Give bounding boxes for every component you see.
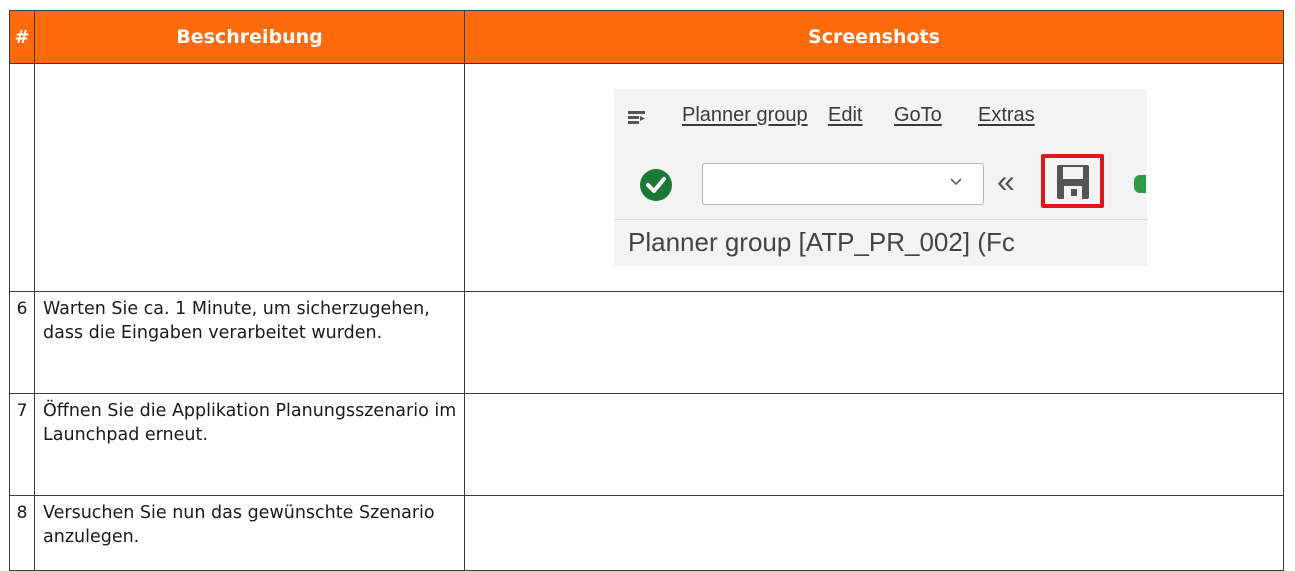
- description-cell: [34, 63, 465, 292]
- table-row: 6 Warten Sie ca. 1 Minute, um sicherzuge…: [9, 291, 1284, 394]
- step-description: Versuchen Sie nun das gewünschte Szenari…: [34, 495, 465, 571]
- screenshot-cell: [464, 495, 1284, 571]
- screen-title: Planner group [ATP_PR_002] (Fc: [628, 227, 1015, 257]
- command-field[interactable]: [702, 163, 984, 205]
- menu-icon: [628, 111, 645, 124]
- instruction-table: # Beschreibung Screenshots Planner group…: [9, 10, 1284, 571]
- screenshot-cell: [464, 291, 1284, 394]
- sap-screenshot: Planner group Edit GoTo Extras « Planner…: [614, 89, 1147, 266]
- table-row: Planner group Edit GoTo Extras « Planner…: [9, 63, 1284, 292]
- double-chevron-left-icon[interactable]: «: [997, 165, 1015, 197]
- menu-edit[interactable]: Edit: [828, 104, 862, 127]
- menu-planner-group[interactable]: Planner group: [682, 104, 808, 127]
- step-description: Öffnen Sie die Applikation Planungsszena…: [34, 393, 465, 496]
- header-screenshots: Screenshots: [464, 10, 1284, 64]
- check-icon[interactable]: [640, 169, 672, 201]
- menu-bar: Planner group Edit GoTo Extras: [614, 89, 1147, 147]
- screenshot-cell: [464, 393, 1284, 496]
- save-icon: [1057, 165, 1089, 199]
- step-number: 7: [9, 393, 35, 496]
- chevron-down-icon[interactable]: [949, 177, 963, 187]
- table-row: 7 Öffnen Sie die Applikation Planungssze…: [9, 393, 1284, 496]
- table-row: 8 Versuchen Sie nun das gewünschte Szena…: [9, 495, 1284, 571]
- green-status-icon: [1134, 175, 1146, 193]
- step-number: 6: [9, 291, 35, 394]
- screenshot-cell: Planner group Edit GoTo Extras « Planner…: [464, 63, 1284, 292]
- step-number: 8: [9, 495, 35, 571]
- menu-extras[interactable]: Extras: [978, 104, 1035, 127]
- step-number-cell: [9, 63, 35, 292]
- separator: [614, 219, 1147, 220]
- table-header-row: # Beschreibung Screenshots: [9, 10, 1284, 64]
- menu-goto[interactable]: GoTo: [894, 104, 942, 127]
- step-description: Warten Sie ca. 1 Minute, um sicherzugehe…: [34, 291, 465, 394]
- save-button-highlight[interactable]: [1041, 154, 1104, 208]
- header-number: #: [9, 10, 35, 64]
- header-description: Beschreibung: [34, 10, 465, 64]
